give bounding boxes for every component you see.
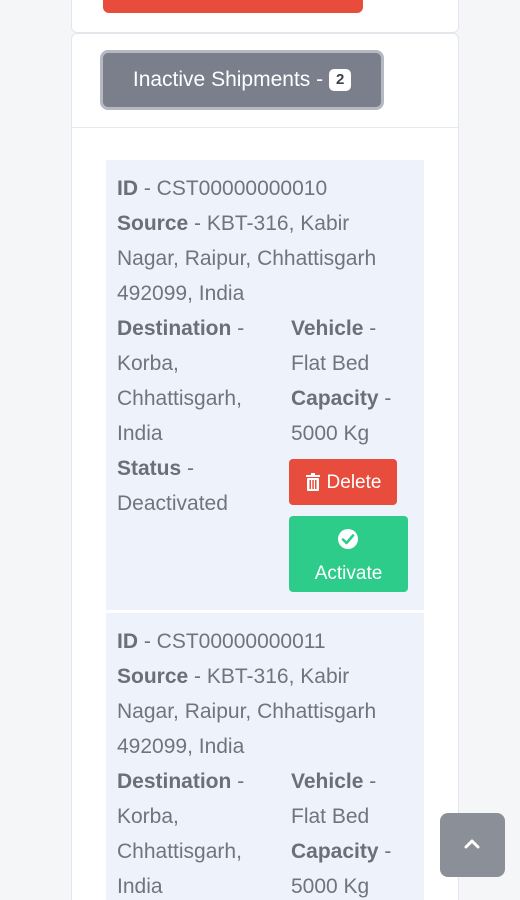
shipment-card: ID - CST00000000011 Source - KBT-316, Ka… (106, 613, 424, 900)
id-label: ID (117, 630, 138, 653)
source-line-1: - KBT-316, Kabir (194, 665, 350, 688)
destination-label-line: Destination - (117, 311, 244, 346)
check-circle-icon (338, 529, 358, 549)
status-label-line: Status - (117, 451, 194, 486)
inactive-shipments-label: Inactive Shipments - (132, 68, 324, 91)
capacity-sep: - (384, 387, 392, 410)
destination-label: Destination (117, 317, 232, 340)
page: Inactive Shipments - 2 ID - CST000000000… (0, 0, 520, 900)
scroll-to-top-button[interactable] (440, 813, 505, 877)
status-sep: - (187, 457, 195, 480)
destination-line-1: Korba, (117, 805, 179, 828)
shipment-id: ID - CST00000000010 (117, 171, 327, 206)
vehicle-label: Vehicle (291, 770, 364, 793)
vehicle-label-line: Vehicle - (291, 764, 376, 799)
vehicle-sep: - (369, 317, 377, 340)
status-label: Status (117, 457, 182, 480)
destination-line-3: India (117, 875, 163, 898)
destination-label: Destination (117, 770, 232, 793)
vehicle-label: Vehicle (291, 317, 364, 340)
status-value: Deactivated (117, 492, 228, 515)
activate-button[interactable]: Activate (289, 516, 408, 592)
id-value: - CST00000000010 (143, 177, 328, 200)
source-label: Source (117, 665, 189, 688)
shipment-source: Source - KBT-316, Kabir (117, 659, 349, 694)
capacity-label-line: Capacity - (291, 834, 391, 869)
source-label: Source (117, 212, 189, 235)
destination-line-2: Chhattisgarh, (117, 840, 242, 863)
vehicle-label-line: Vehicle - (291, 311, 376, 346)
inactive-count-badge: 2 (329, 69, 352, 91)
source-line-3: 492099, India (117, 282, 245, 305)
destination-sep: - (237, 770, 245, 793)
delete-button[interactable]: Delete (289, 459, 397, 505)
card-header: Inactive Shipments - 2 (72, 34, 458, 128)
destination-sep: - (237, 317, 245, 340)
vehicle-value: Flat Bed (291, 352, 370, 375)
shipment-card: ID - CST00000000010 Source - KBT-316, Ka… (106, 160, 424, 610)
capacity-sep: - (384, 840, 392, 863)
capacity-label-line: Capacity - (291, 381, 391, 416)
shipment-id: ID - CST00000000011 (117, 624, 326, 659)
inactive-shipments-toggle-button[interactable]: Inactive Shipments - 2 (100, 50, 384, 110)
activate-label: Activate (314, 563, 383, 584)
destination-line-2: Chhattisgarh, (117, 387, 242, 410)
chevron-up-icon (464, 839, 480, 849)
id-value: - CST00000000011 (143, 630, 326, 653)
destination-line-3: India (117, 422, 163, 445)
source-line-2: Nagar, Raipur, Chhattisgarh (117, 247, 377, 270)
previous-action-button[interactable] (103, 0, 363, 13)
id-label: ID (117, 177, 138, 200)
capacity-value: 5000 Kg (291, 875, 370, 898)
vehicle-value: Flat Bed (291, 805, 370, 828)
destination-line-1: Korba, (117, 352, 179, 375)
capacity-value: 5000 Kg (291, 422, 370, 445)
destination-label-line: Destination - (117, 764, 244, 799)
trash-icon (305, 473, 320, 491)
source-line-3: 492099, India (117, 735, 245, 758)
source-line-1: - KBT-316, Kabir (194, 212, 350, 235)
capacity-label: Capacity (291, 840, 379, 863)
capacity-label: Capacity (291, 387, 379, 410)
shipment-source: Source - KBT-316, Kabir (117, 206, 349, 241)
source-line-2: Nagar, Raipur, Chhattisgarh (117, 700, 377, 723)
delete-label: Delete (326, 471, 382, 493)
vehicle-sep: - (369, 770, 377, 793)
inactive-shipments-card: Inactive Shipments - 2 ID - CST000000000… (71, 33, 459, 900)
